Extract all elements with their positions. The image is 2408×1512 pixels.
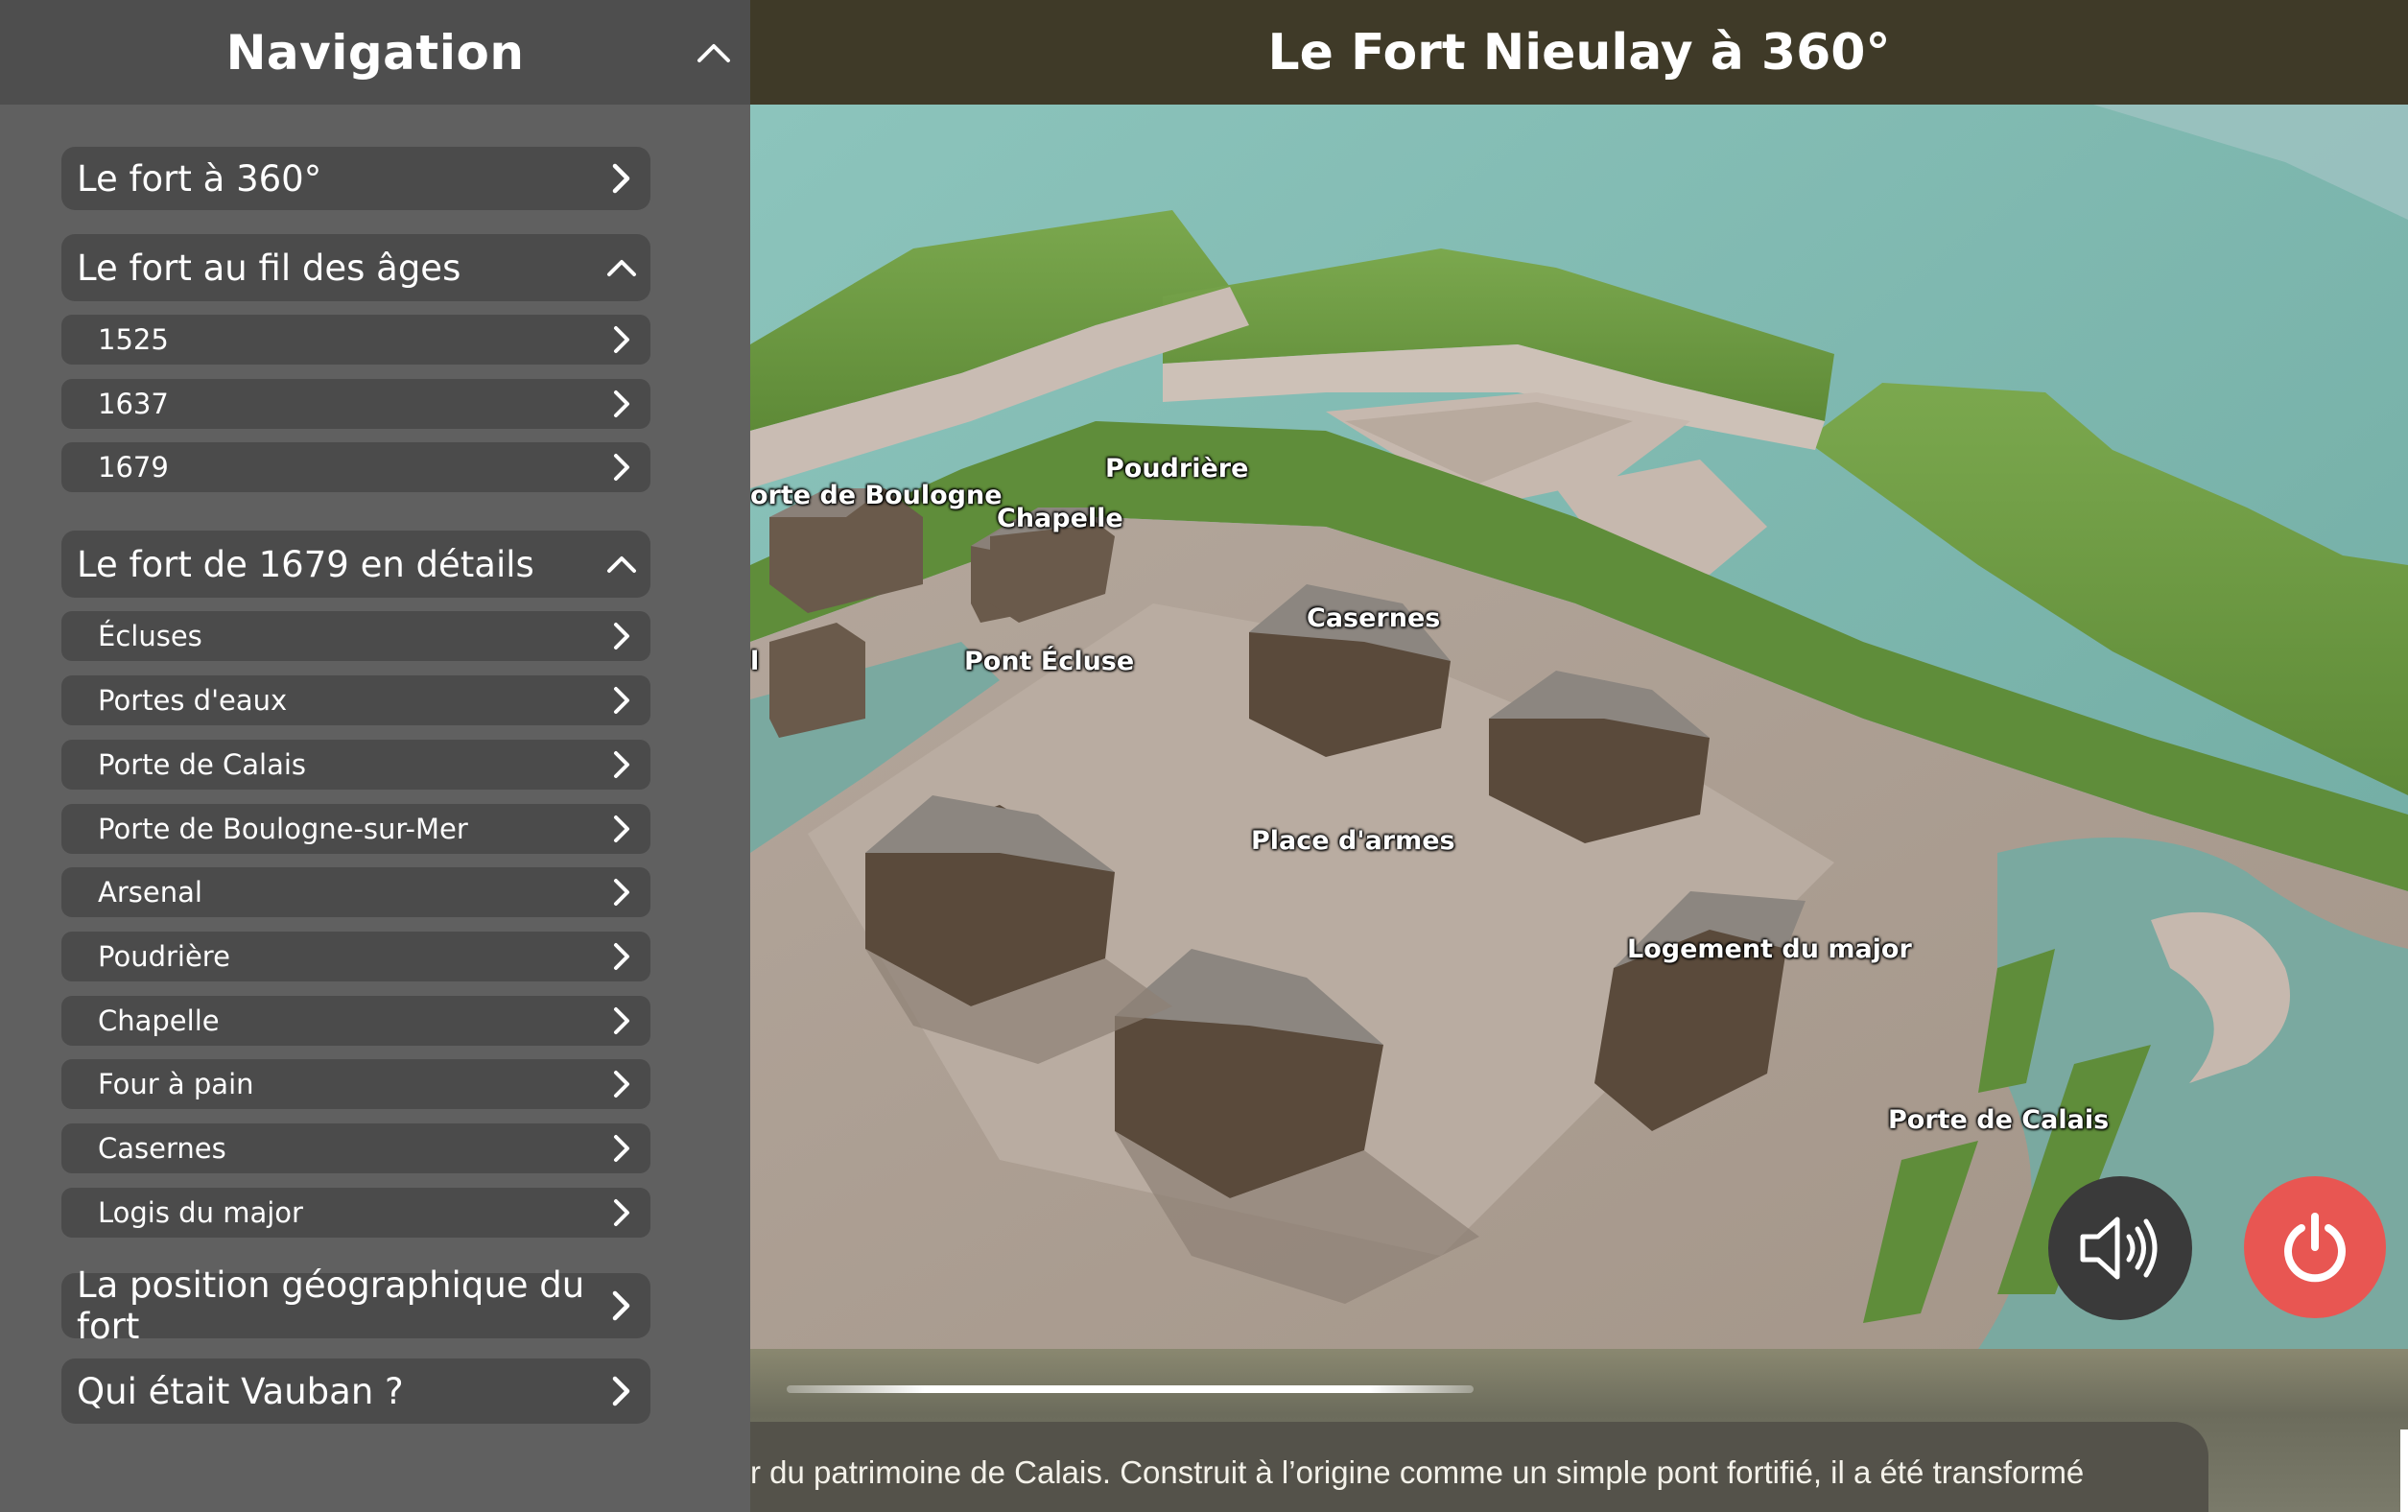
sidebar: Navigation Le fort à 360° Le fort au fil… <box>0 0 750 1512</box>
chevron-up-icon <box>593 531 650 598</box>
nav-item-label: 1679 <box>98 451 169 484</box>
nav-item-portes-eaux[interactable]: Portes d'eaux <box>61 675 650 725</box>
nav-item-label: Casernes <box>98 1132 226 1165</box>
poi-place-armes[interactable]: Place d'armes <box>1251 826 1455 856</box>
nav-item-ecluses[interactable]: Écluses <box>61 611 650 661</box>
fort-render <box>750 105 2408 1349</box>
nav-section-fil-des-ages[interactable]: Le fort au fil des âges <box>61 234 650 301</box>
chevron-right-icon <box>593 1059 650 1109</box>
chevron-right-icon <box>593 675 650 725</box>
chevron-right-icon <box>593 932 650 981</box>
caption-area: r du patrimoine de Calais. Construit à l… <box>750 1349 2408 1512</box>
fort-3d-view[interactable]: orte de Boulogne Poudrière Chapelle Case… <box>750 105 2408 1349</box>
nav-item-label: 1637 <box>98 388 169 420</box>
top-bar: Le Fort Nieulay à 360° <box>750 0 2408 105</box>
nav-item-label: Portes d'eaux <box>98 684 288 717</box>
power-icon <box>2284 1213 2346 1283</box>
nav-item-poudriere[interactable]: Poudrière <box>61 932 650 981</box>
nav-item-label: Four à pain <box>98 1068 254 1100</box>
chevron-right-icon <box>593 315 650 365</box>
poi-chapelle[interactable]: Chapelle <box>997 504 1123 533</box>
chevron-right-icon <box>593 442 650 492</box>
chevron-up-icon <box>697 44 730 62</box>
nav-item-label: Chapelle <box>98 1004 220 1037</box>
collapse-sidebar-button[interactable] <box>687 26 741 80</box>
nav-item-porte-boulogne[interactable]: Porte de Boulogne-sur-Mer <box>61 804 650 854</box>
chevron-right-icon <box>593 740 650 790</box>
poi-porte-boulogne[interactable]: orte de Boulogne <box>750 481 1003 510</box>
caption-text: r du patrimoine de Calais. Construit à l… <box>750 1454 2085 1490</box>
nav-item-label: Poudrière <box>98 940 230 973</box>
scroll-indicator[interactable] <box>2400 1429 2408 1512</box>
chevron-right-icon <box>593 1273 650 1338</box>
nav-item-label: Qui était Vauban ? <box>77 1370 404 1412</box>
nav-item-arsenal[interactable]: Arsenal <box>61 867 650 917</box>
nav-item-fort-360[interactable]: Le fort à 360° <box>61 147 650 210</box>
chevron-right-icon <box>593 1188 650 1238</box>
nav-section-1679-details[interactable]: Le fort de 1679 en détails <box>61 531 650 598</box>
power-button[interactable] <box>2244 1176 2386 1318</box>
nav-item-label: La position géographique du fort <box>77 1264 585 1347</box>
progress-bar[interactable] <box>787 1385 1474 1393</box>
sidebar-header: Navigation <box>0 0 750 105</box>
nav-item-1679[interactable]: 1679 <box>61 442 650 492</box>
chevron-right-icon <box>593 147 650 210</box>
speaker-icon <box>2080 1217 2158 1280</box>
nav-item-porte-calais[interactable]: Porte de Calais <box>61 740 650 790</box>
nav-item-label: 1525 <box>98 323 169 356</box>
nav-item-label: Arsenal <box>98 876 202 909</box>
poi-porte-calais[interactable]: Porte de Calais <box>1888 1105 2109 1135</box>
nav-item-four-a-pain[interactable]: Four à pain <box>61 1059 650 1109</box>
chevron-up-icon <box>593 234 650 301</box>
nav-item-vauban[interactable]: Qui était Vauban ? <box>61 1358 650 1424</box>
caption-box: r du patrimoine de Calais. Construit à l… <box>750 1422 2208 1512</box>
nav-item-casernes[interactable]: Casernes <box>61 1123 650 1173</box>
chevron-right-icon <box>593 1123 650 1173</box>
chevron-right-icon <box>593 867 650 917</box>
nav-item-label: Le fort à 360° <box>77 157 322 200</box>
poi-cut-left[interactable]: l <box>750 647 759 676</box>
nav-item-1525[interactable]: 1525 <box>61 315 650 365</box>
nav-item-1637[interactable]: 1637 <box>61 379 650 429</box>
chevron-right-icon <box>593 996 650 1046</box>
poi-pont-ecluse[interactable]: Pont Écluse <box>964 647 1134 676</box>
sidebar-title: Navigation <box>225 24 525 81</box>
nav-item-logis-major[interactable]: Logis du major <box>61 1188 650 1238</box>
chevron-right-icon <box>593 379 650 429</box>
poi-casernes[interactable]: Casernes <box>1307 603 1440 633</box>
nav-item-chapelle[interactable]: Chapelle <box>61 996 650 1046</box>
page-title: Le Fort Nieulay à 360° <box>1267 23 1891 82</box>
nav-item-label: Écluses <box>98 620 202 652</box>
nav-item-label: Logis du major <box>98 1196 303 1229</box>
poi-poudriere[interactable]: Poudrière <box>1105 454 1248 484</box>
poi-logement-major[interactable]: Logement du major <box>1627 934 1912 964</box>
nav-item-label: Le fort de 1679 en détails <box>77 543 534 585</box>
nav-item-position-geographique[interactable]: La position géographique du fort <box>61 1264 650 1347</box>
chevron-right-icon <box>593 804 650 854</box>
chevron-right-icon <box>593 1358 650 1424</box>
main-view: Le Fort Nieulay à 360° orte de Boulogne … <box>750 0 2408 1512</box>
nav-item-label: Porte de Boulogne-sur-Mer <box>98 813 468 845</box>
chevron-right-icon <box>593 611 650 661</box>
nav-item-label: Le fort au fil des âges <box>77 247 461 289</box>
nav-item-label: Porte de Calais <box>98 748 307 781</box>
sound-button[interactable] <box>2048 1176 2192 1320</box>
